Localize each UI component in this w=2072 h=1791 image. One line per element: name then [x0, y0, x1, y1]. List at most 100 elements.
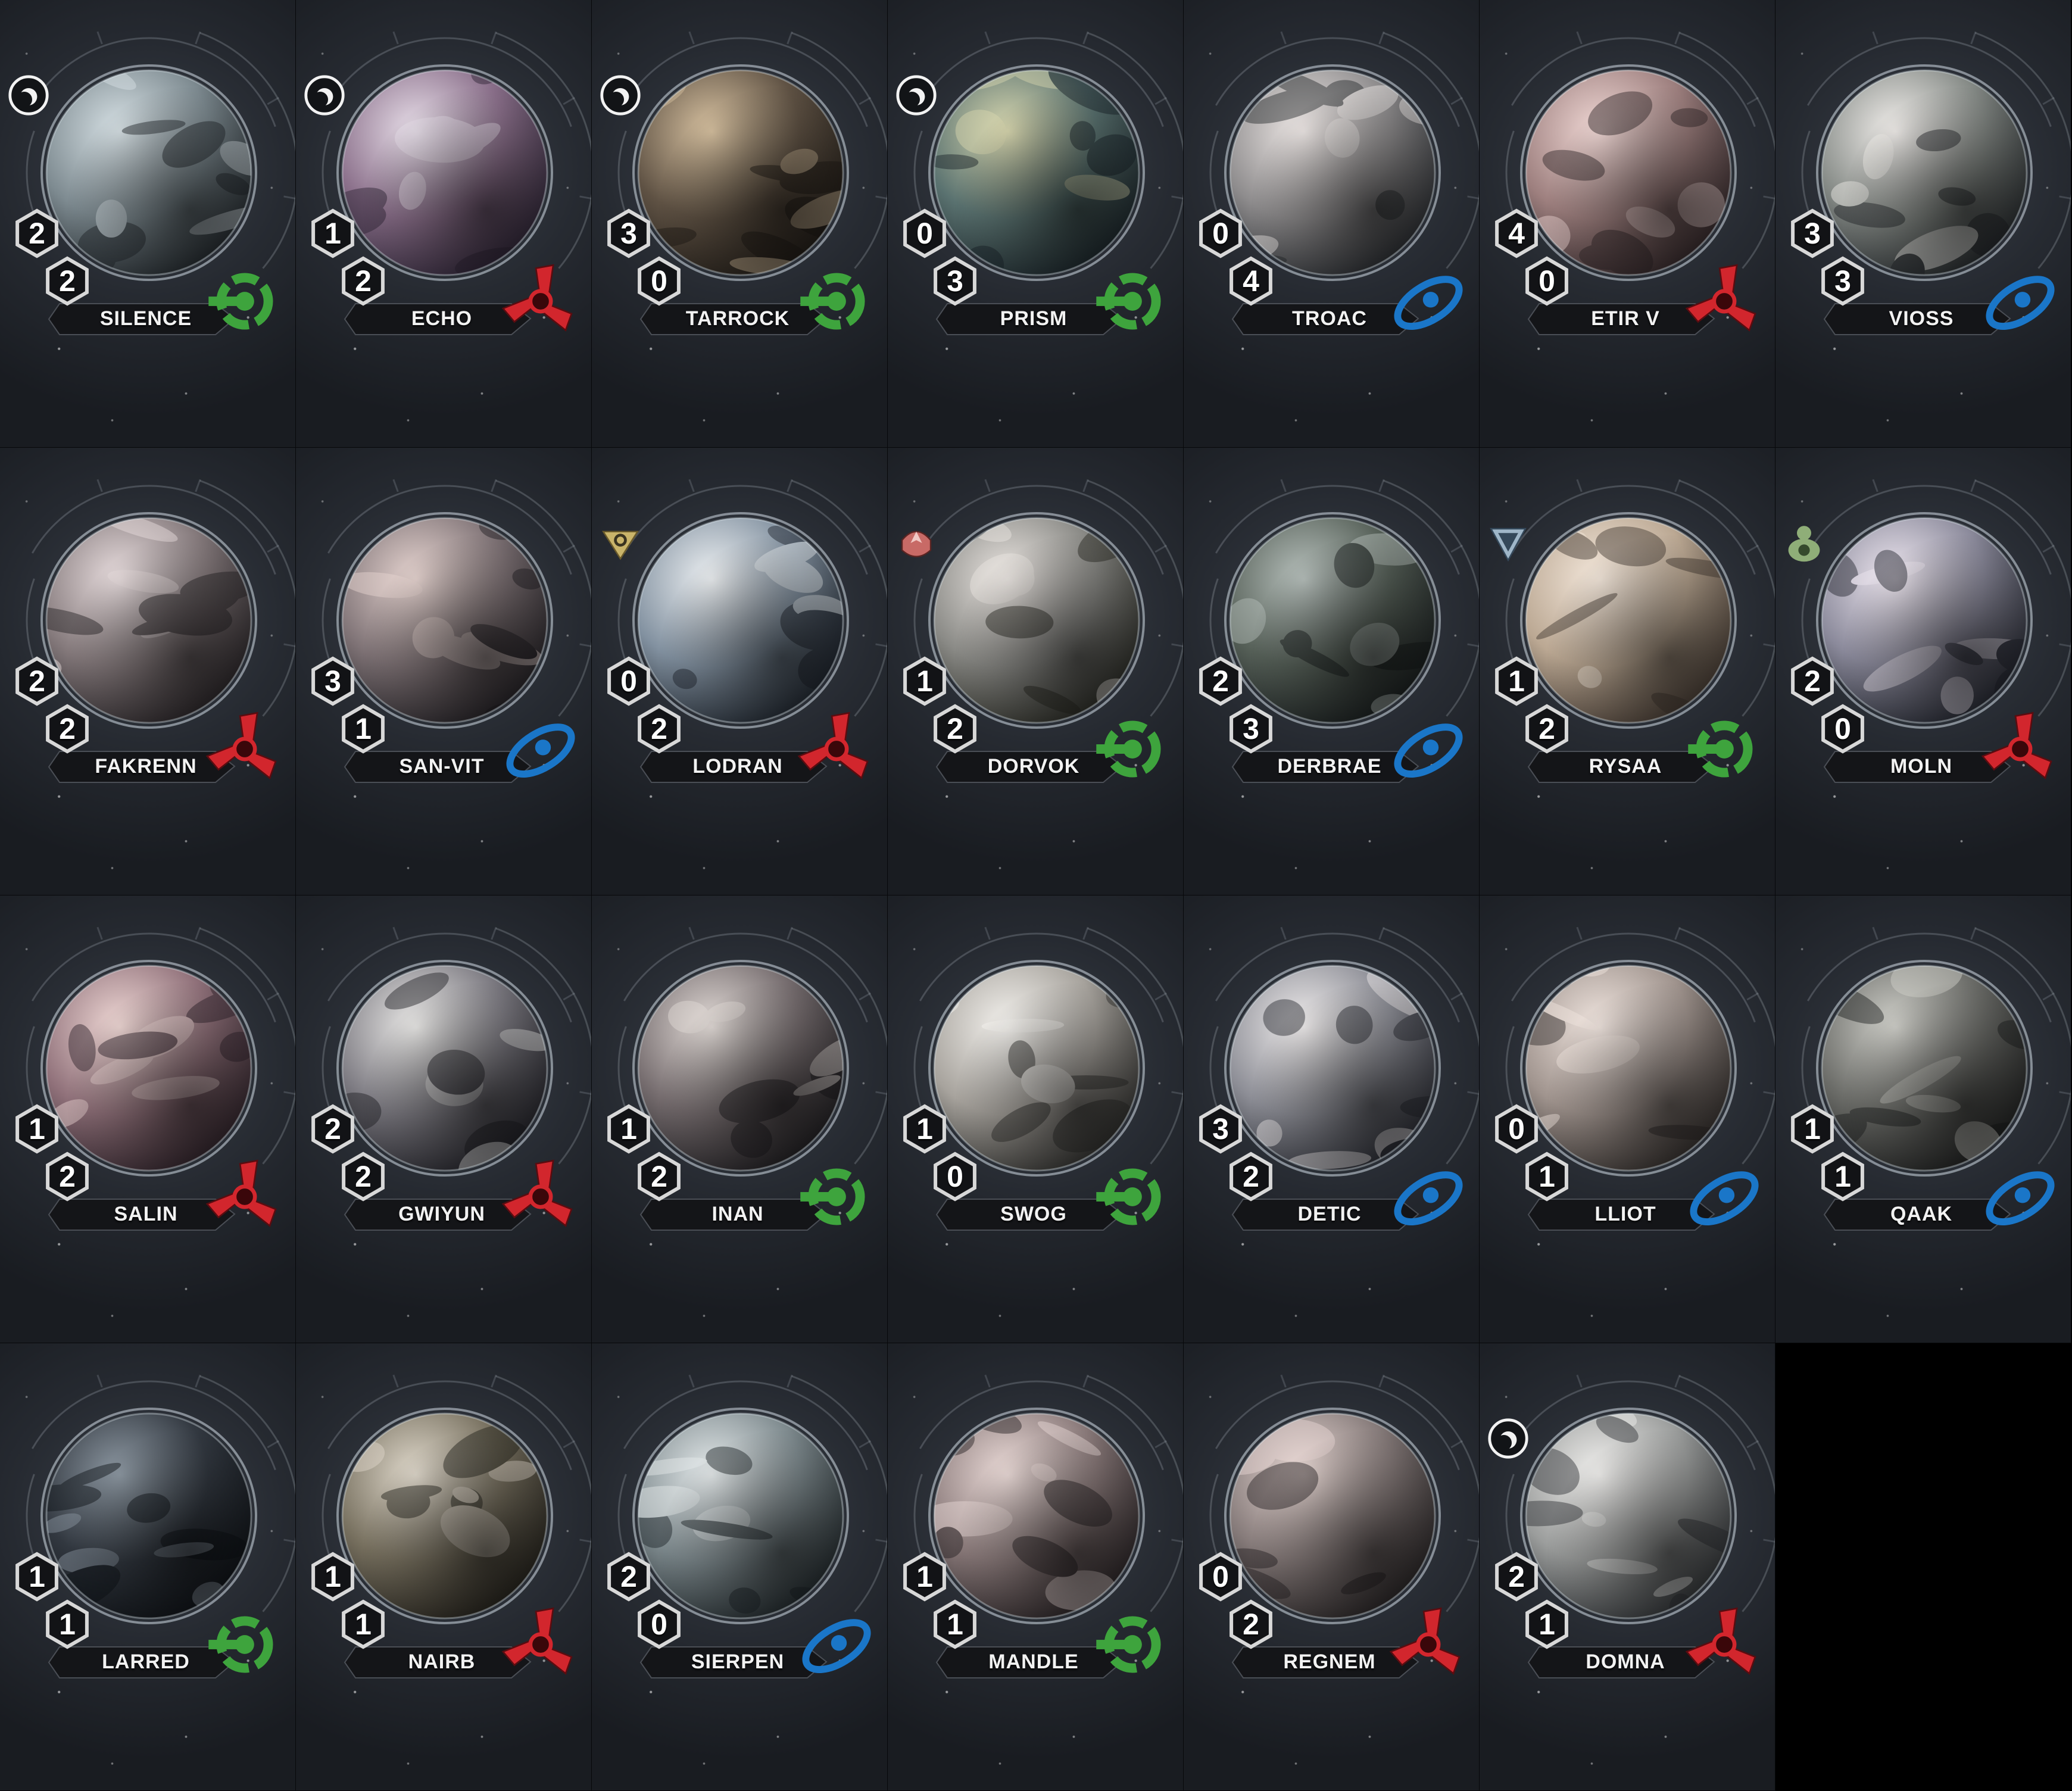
planet-card[interactable]: 2 1 DOMNA	[1480, 1343, 1775, 1791]
planet-card[interactable]: 1 1 LARRED	[0, 1343, 296, 1791]
planet-card[interactable]: 2 3 DERBRAE	[1184, 448, 1480, 896]
resources-value: 1	[324, 1560, 341, 1593]
planet-card[interactable]: 1 0 SWOG	[888, 896, 1184, 1343]
resources-value: 1	[620, 1112, 637, 1146]
planet-card-sheet: 2 2 SILENCE 1 2 ECHO 3 0 TARROCK 0 3 PRISM 0 4 TROAC 4 0…	[0, 0, 2072, 1791]
resources-value: 0	[916, 217, 933, 250]
resources-value: 2	[1508, 1560, 1525, 1593]
hazardous-trait-icon	[205, 710, 284, 788]
resources-value: 2	[324, 1112, 341, 1146]
planet-card[interactable]: 1 2 RYSAA	[1480, 448, 1775, 896]
planet-globe	[1229, 965, 1436, 1172]
resources-value: 0	[620, 664, 637, 698]
planet-card[interactable]: 3 3 VIOSS	[1775, 0, 2071, 448]
cultural-trait-icon	[501, 710, 580, 788]
planet-card[interactable]: 0 3 PRISM	[888, 0, 1184, 448]
influence-value: 2	[651, 1160, 667, 1193]
hazardous-trait-icon	[501, 1157, 580, 1236]
cultural-trait-icon	[1981, 1157, 2059, 1236]
resources-value: 0	[1212, 1560, 1229, 1593]
resources-value: 1	[916, 1112, 933, 1146]
influence-value: 2	[947, 712, 963, 745]
influence-value: 2	[355, 1160, 372, 1193]
hazardous-trait-icon	[797, 710, 876, 788]
influence-value: 2	[59, 1160, 76, 1193]
resources-value: 1	[1508, 664, 1525, 698]
influence-value: 2	[1539, 712, 1555, 745]
legendary-icon	[303, 74, 346, 117]
resources-value: 2	[29, 217, 45, 250]
planet-globe	[1821, 517, 2028, 724]
hazardous-trait-icon	[501, 262, 580, 341]
planet-card[interactable]: 1 1 QAAK	[1775, 896, 2071, 1343]
influence-value: 1	[59, 1608, 76, 1641]
planet-card[interactable]: 2 2 SILENCE	[0, 0, 296, 448]
influence-value: 2	[651, 712, 667, 745]
tech-blue-skip-icon	[1487, 522, 1530, 564]
planet-card[interactable]: 0 2 LODRAN	[592, 448, 888, 896]
resources-value: 1	[29, 1560, 45, 1593]
planet-card[interactable]: 0 2 REGNEM	[1184, 1343, 1480, 1791]
industrial-trait-icon	[1093, 710, 1172, 788]
industrial-trait-icon	[1093, 1605, 1172, 1684]
planet-card[interactable]: 1 2 SALIN	[0, 896, 296, 1343]
influence-value: 2	[1243, 1608, 1259, 1641]
influence-value: 3	[947, 264, 963, 298]
industrial-trait-icon	[1093, 262, 1172, 341]
resources-value: 1	[29, 1112, 45, 1146]
cultural-trait-icon	[1981, 262, 2059, 341]
influence-value: 3	[1243, 712, 1259, 745]
planet-globe	[341, 1412, 548, 1620]
cultural-trait-icon	[1389, 710, 1468, 788]
planet-card[interactable]: 1 2 ECHO	[296, 0, 592, 448]
industrial-trait-icon	[1685, 710, 1764, 788]
resources-value: 1	[916, 1560, 933, 1593]
planet-card[interactable]: 2 0 MOLN	[1775, 448, 2071, 896]
planet-card[interactable]: 1 2 INAN	[592, 896, 888, 1343]
cultural-trait-icon	[1389, 1157, 1468, 1236]
cultural-trait-icon	[797, 1605, 876, 1684]
empty-slot	[1775, 1343, 2071, 1791]
cultural-trait-icon	[1389, 262, 1468, 341]
industrial-trait-icon	[205, 1605, 284, 1684]
tech-green-skip-icon	[1783, 522, 1826, 564]
planet-card[interactable]: 1 1 NAIRB	[296, 1343, 592, 1791]
hazardous-trait-icon	[501, 1605, 580, 1684]
legendary-icon	[1487, 1417, 1530, 1460]
resources-value: 0	[1212, 217, 1229, 250]
tech-red-skip-icon	[895, 522, 938, 564]
planet-card[interactable]: 4 0 ETIR V	[1480, 0, 1775, 448]
resources-value: 2	[620, 1560, 637, 1593]
planet-card[interactable]: 3 1 SAN-VIT	[296, 448, 592, 896]
resources-value: 3	[1804, 217, 1821, 250]
planet-card[interactable]: 1 2 DORVOK	[888, 448, 1184, 896]
influence-value: 1	[947, 1608, 963, 1641]
influence-value: 3	[1834, 264, 1851, 298]
industrial-trait-icon	[1093, 1157, 1172, 1236]
industrial-trait-icon	[797, 262, 876, 341]
influence-value: 1	[1539, 1608, 1555, 1641]
resources-value: 2	[1212, 664, 1229, 698]
planet-card[interactable]: 0 4 TROAC	[1184, 0, 1480, 448]
influence-value: 2	[355, 264, 372, 298]
resources-value: 3	[324, 664, 341, 698]
resources-value: 1	[324, 217, 341, 250]
resources-value: 4	[1508, 217, 1525, 250]
planet-card[interactable]: 0 1 LLIOT	[1480, 896, 1775, 1343]
resources-value: 2	[1804, 664, 1821, 698]
planet-card[interactable]: 3 0 TARROCK	[592, 0, 888, 448]
planet-card[interactable]: 2 2 FAKRENN	[0, 448, 296, 896]
influence-value: 4	[1243, 264, 1259, 298]
planet-globe	[637, 965, 844, 1172]
planet-card[interactable]: 2 0 SIERPEN	[592, 1343, 888, 1791]
legendary-icon	[895, 74, 938, 117]
influence-value: 2	[1243, 1160, 1259, 1193]
planet-card[interactable]: 2 2 GWIYUN	[296, 896, 592, 1343]
planet-card[interactable]: 3 2 DETIC	[1184, 896, 1480, 1343]
legendary-icon	[599, 74, 642, 117]
resources-value: 3	[1212, 1112, 1229, 1146]
influence-value: 0	[947, 1160, 963, 1193]
planet-card[interactable]: 1 1 MANDLE	[888, 1343, 1184, 1791]
influence-value: 0	[651, 1608, 667, 1641]
influence-value: 0	[651, 264, 667, 298]
